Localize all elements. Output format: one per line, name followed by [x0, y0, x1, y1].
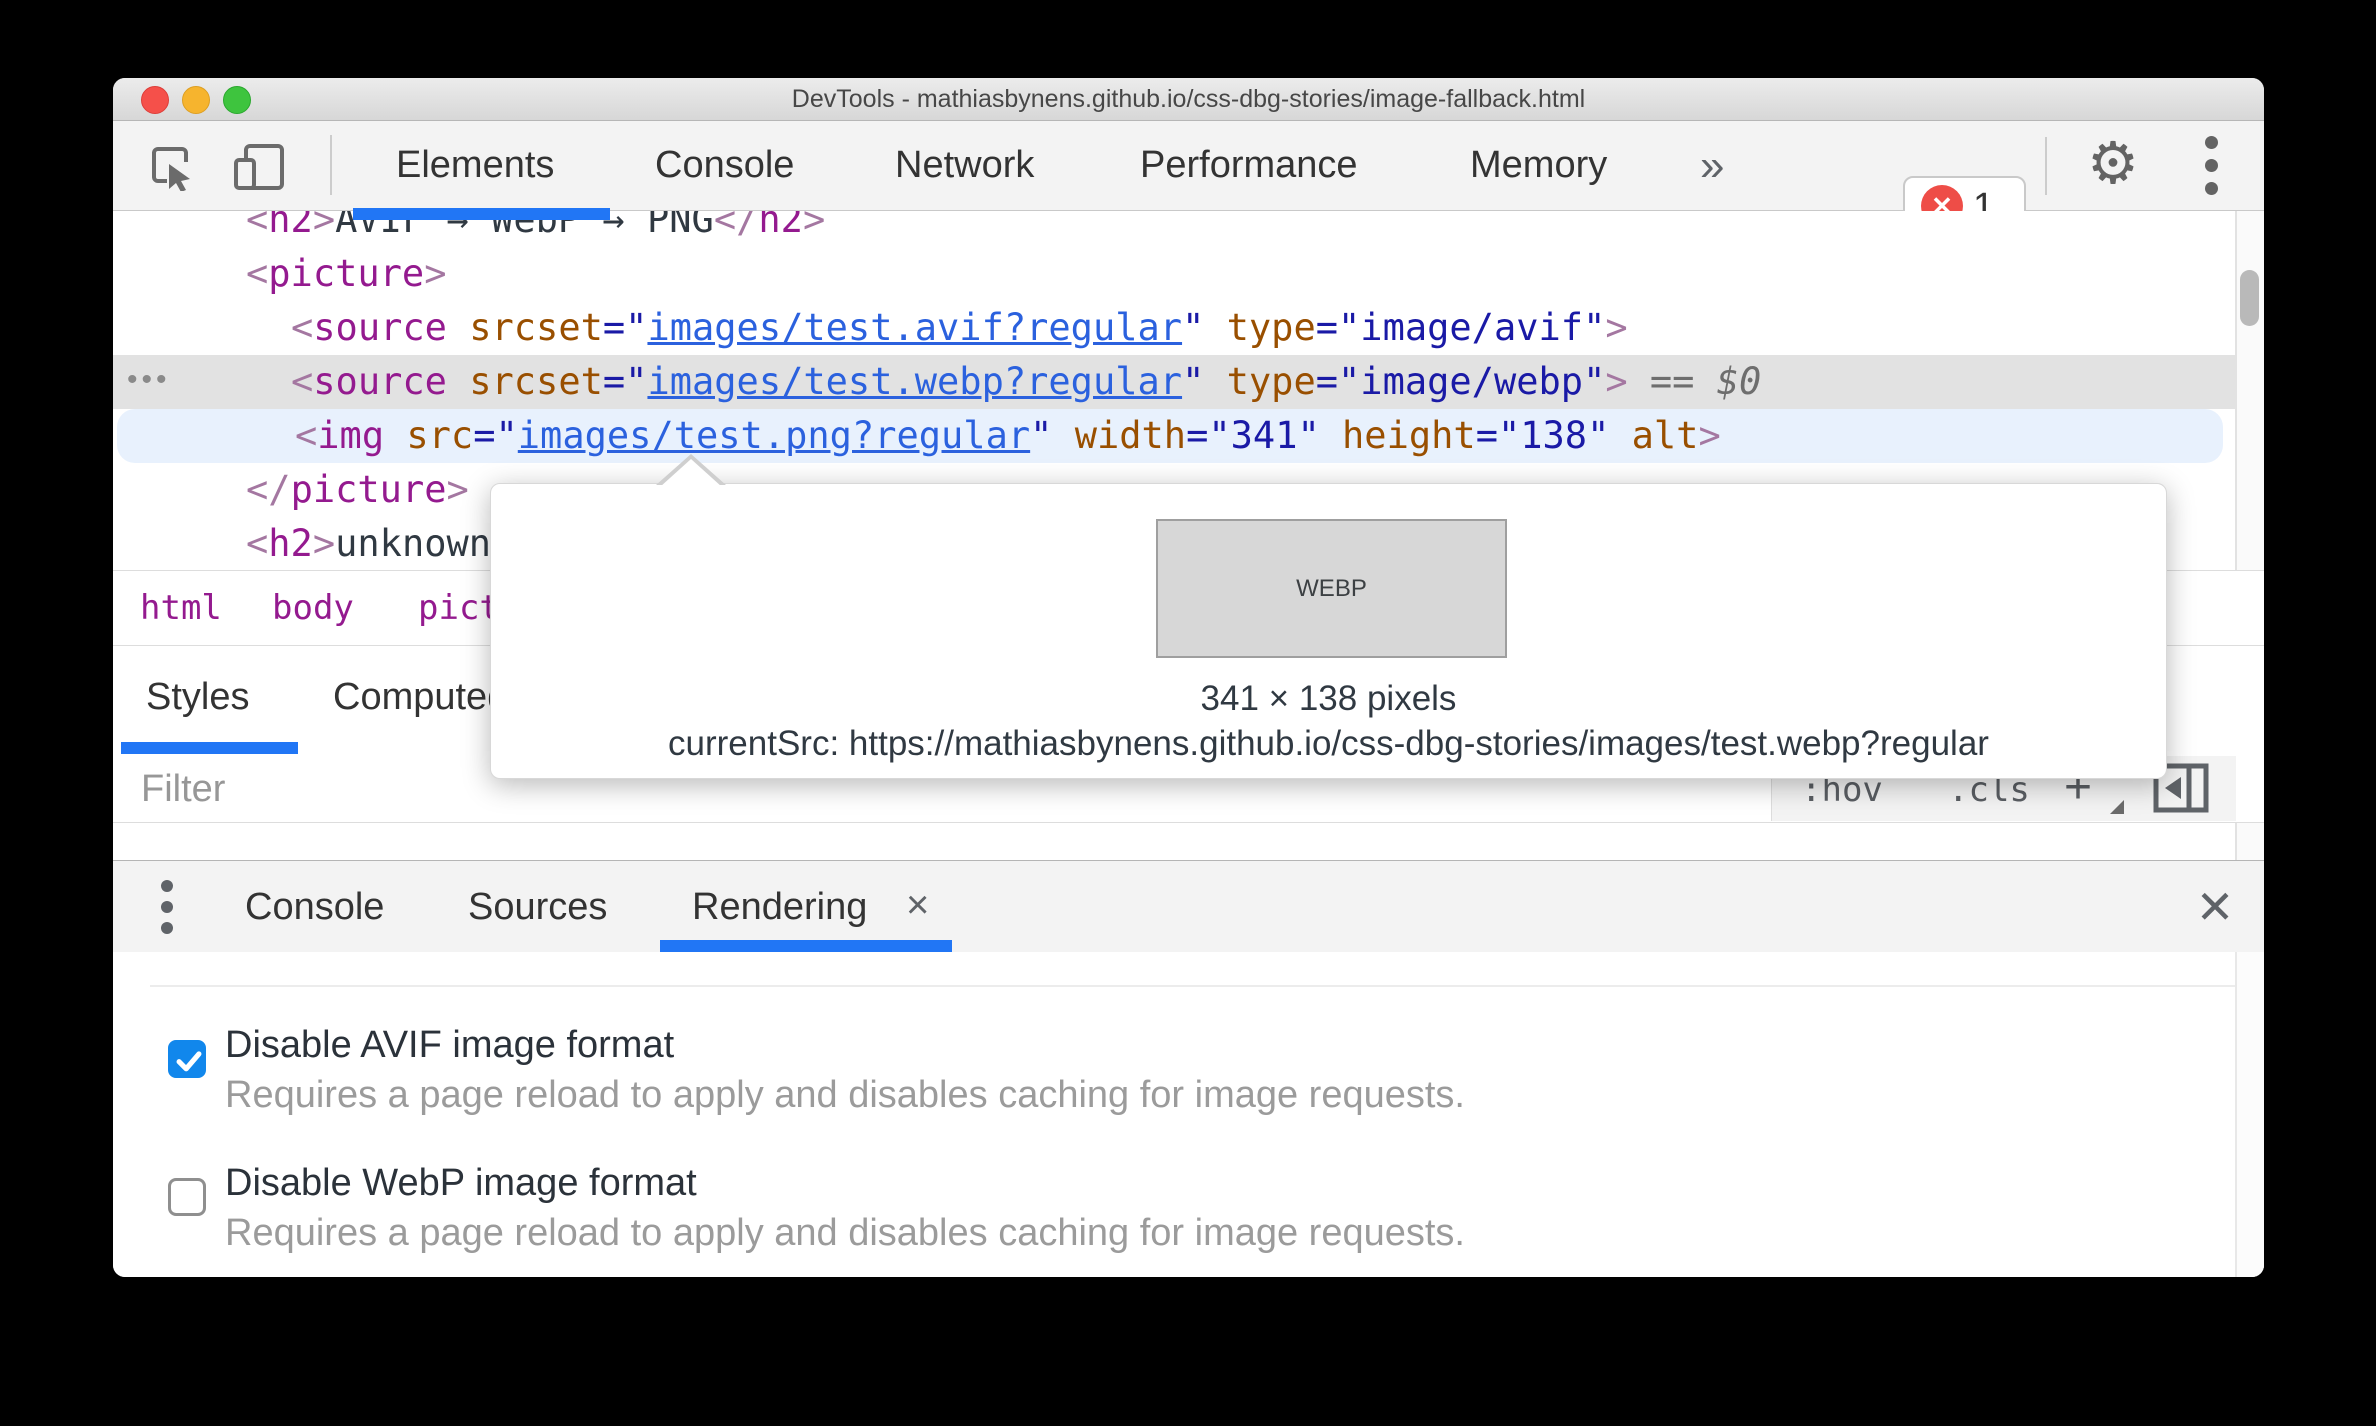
disable-webp-checkbox[interactable] [168, 1178, 206, 1216]
devtools-window: DevTools - mathiasbynens.github.io/css-d… [113, 78, 2264, 1277]
rendering-scrollbar-track[interactable] [2235, 952, 2264, 1277]
toolbar-separator-2 [2045, 137, 2047, 195]
disable-webp-description: Requires a page reload to apply and disa… [225, 1212, 1465, 1254]
styles-tab-underline [121, 742, 298, 754]
tab-console[interactable]: Console [655, 121, 794, 210]
tab-performance[interactable]: Performance [1140, 121, 1358, 210]
disable-avif-label[interactable]: Disable AVIF image format [225, 1024, 674, 1067]
breadcrumb-body[interactable]: body [272, 571, 354, 646]
kebab-menu-icon[interactable] [2191, 121, 2231, 210]
image-preview-tooltip: WEBP 341 × 138 pixels currentSrc: https:… [490, 483, 2167, 779]
new-rule-caret-icon [2110, 800, 2124, 814]
image-preview-label: WEBP [1296, 575, 1367, 602]
rendering-panel: Disable AVIF image format Requires a pag… [113, 952, 2264, 1277]
dom-node-source-avif[interactable]: <source srcset="images/test.avif?regular… [113, 301, 2264, 355]
device-toolbar-icon[interactable] [232, 143, 286, 191]
tab-network[interactable]: Network [895, 121, 1034, 210]
drawer-tab-bar: Console Sources Rendering × ✕ [113, 860, 2264, 954]
disable-webp-label[interactable]: Disable WebP image format [225, 1162, 697, 1205]
image-current-src: currentSrc: https://mathiasbynens.github… [668, 724, 1989, 763]
toolbar-separator [330, 135, 332, 195]
gear-icon[interactable]: ⚙ [2073, 121, 2153, 210]
section-divider [150, 985, 2235, 987]
close-icon[interactable]: ✕ [2185, 877, 2245, 937]
elements-scrollbar-thumb[interactable] [2240, 270, 2259, 326]
dom-node-img-hovered[interactable]: <img src="images/test.png?regular" width… [117, 409, 2223, 463]
devtools-toolbar: Elements Console Network Performance Mem… [113, 121, 2264, 242]
disable-avif-checkbox[interactable] [168, 1040, 206, 1078]
dom-node-picture-open[interactable]: <picture> [113, 247, 2264, 301]
tab-elements[interactable]: Elements [396, 121, 554, 210]
dom-node-source-webp-selected[interactable]: <source srcset="images/test.webp?regular… [113, 355, 2235, 409]
window-title: DevTools - mathiasbynens.github.io/css-d… [791, 85, 1586, 113]
rendering-tab-underline [660, 940, 952, 952]
title-bar: DevTools - mathiasbynens.github.io/css-d… [113, 78, 2264, 121]
tab-styles[interactable]: Styles [146, 672, 249, 722]
tab-computed[interactable]: Computed [333, 672, 508, 722]
image-dimensions: 341 × 138 pixels [1200, 679, 1457, 718]
disable-avif-description: Requires a page reload to apply and disa… [225, 1074, 1465, 1116]
drawer-tab-console[interactable]: Console [245, 861, 384, 953]
elements-tab-underline [353, 208, 610, 220]
breadcrumb-html[interactable]: html [140, 571, 222, 646]
more-tabs-icon[interactable]: » [1700, 121, 1724, 210]
tab-memory[interactable]: Memory [1470, 121, 1607, 210]
node-overflow-menu-icon[interactable]: ••• [127, 355, 171, 409]
drawer-tab-sources[interactable]: Sources [468, 861, 607, 953]
inspect-icon[interactable] [148, 143, 196, 191]
image-preview-thumbnail: WEBP [1156, 519, 1507, 658]
drawer-menu-icon[interactable] [161, 861, 173, 953]
